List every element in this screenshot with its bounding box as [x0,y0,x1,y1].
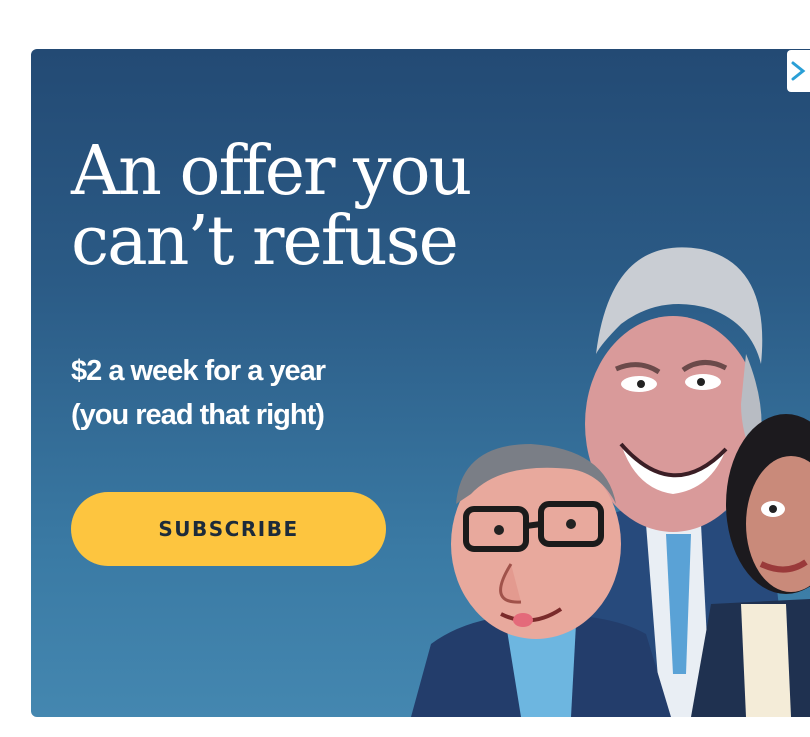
headline-line-2: can’t refuse [71,202,459,281]
offer-line-2: (you read that right) [71,399,325,431]
ad-banner[interactable]: An offer you can’t refuse $2 a week for … [31,49,810,717]
close-x-icon [791,61,805,81]
headline-line-1: An offer you [71,132,472,211]
subscribe-button[interactable]: SUBSCRIBE [71,492,386,566]
offer-line-1: $2 a week for a year [71,355,326,387]
caricature-illustration [411,247,810,717]
offer-text: $2 a week for a year (you read that righ… [71,349,326,437]
close-ad-button[interactable] [787,50,810,92]
